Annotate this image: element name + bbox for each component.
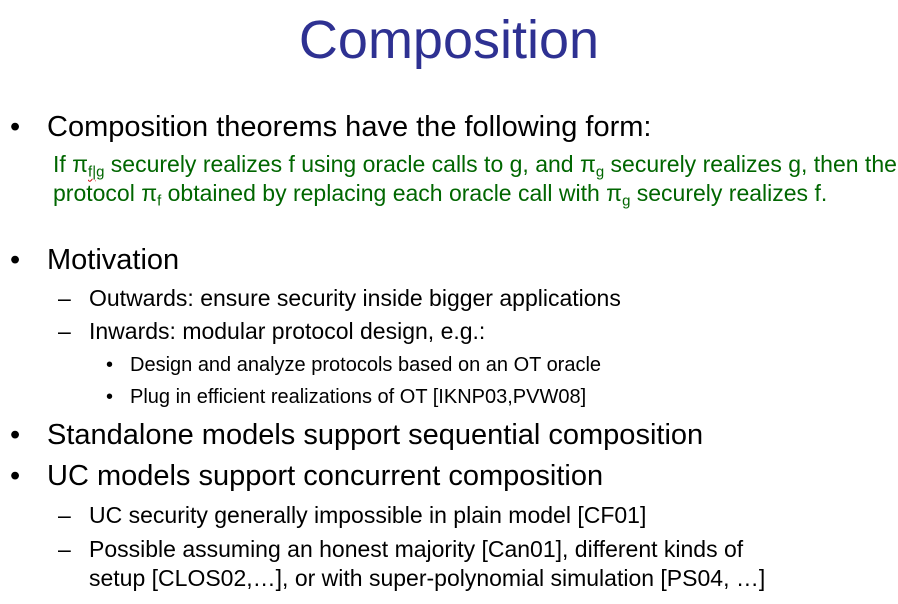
subsubitem-text: Design and analyze protocols based on an… [130,354,602,376]
bullet-text: Motivation [47,244,180,276]
dash-marker: – [58,502,71,528]
subitem-text: UC security generally impossible in plai… [89,502,647,528]
dash-marker: – [58,318,71,344]
theorem-subscript: g [595,163,605,181]
dash-marker: – [58,285,71,311]
bullet-marker: • [10,460,21,492]
bullet-marker: • [10,419,21,451]
subitem-text: Possible assuming an honest majority [Ca… [89,536,744,562]
subsubitem-text: Plug in efficient realizations of OT [IK… [130,386,587,408]
bullet-text: Standalone models support sequential com… [47,419,704,451]
bullet-text: Composition theorems have the following … [47,111,652,143]
bullet-marker: • [10,244,21,276]
subitem-text: Inwards: modular protocol design, e.g.: [89,318,486,344]
theorem-subscript: f|g [88,163,105,181]
bullet-text: UC models support concurrent composition [47,460,604,492]
subitem-text: Outwards: ensure security inside bigger … [89,285,621,311]
slide-title: Composition [298,10,600,70]
bullet-marker: • [106,386,114,408]
bullet-marker: • [10,111,21,143]
dash-marker: – [58,536,71,562]
theorem-statement: If πf|g securely realizes f using oracle… [53,151,897,210]
bullet-marker: • [106,354,114,376]
subitem-text: setup [CLOS02,…], or with super-polynomi… [89,565,766,591]
